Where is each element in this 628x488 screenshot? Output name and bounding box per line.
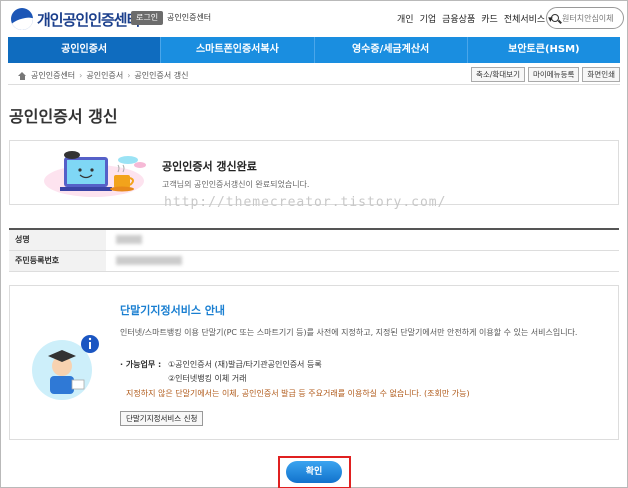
- site-logo[interactable]: 개인공인인증센터: [11, 8, 140, 30]
- breadcrumb-bar: 공인인증센터 › 공인인증서 › 공인인증서 갱신 축소/확대보기 마이메뉴등록…: [8, 65, 620, 85]
- top-menu-financial-products[interactable]: 금융상품: [442, 12, 475, 25]
- table-row: 성명: [9, 229, 619, 251]
- login-button[interactable]: 로그인: [131, 11, 164, 25]
- completion-message: 고객님의 공인인증서갱신이 완료되었습니다.: [162, 180, 310, 189]
- breadcrumb-separator: ›: [79, 71, 83, 80]
- laptop-coffee-illustration: [44, 151, 146, 197]
- service-task-item: ①공인인증서 (재)발급/타기관공인인증서 등록: [168, 360, 322, 369]
- name-label: 성명: [9, 229, 106, 251]
- tab-smartphone-copy[interactable]: 스마트폰인증서복사: [161, 37, 315, 63]
- breadcrumb-separator: ›: [127, 71, 131, 80]
- device-service-apply-button[interactable]: 단말기지정서비스 신청: [120, 411, 204, 426]
- home-icon[interactable]: [18, 71, 27, 80]
- site-name[interactable]: 공인인증센터: [167, 12, 211, 23]
- certificate-info-table: 성명 주민등록번호: [9, 228, 619, 272]
- service-description: 인터넷/스마트뱅킹 이용 단말기(PC 또는 스마트기기 등)를 사전에 지정하…: [120, 328, 578, 337]
- page-title: 공인인증서 갱신: [9, 107, 118, 126]
- service-tasks-label: · 가능업무 :: [120, 360, 162, 369]
- main-nav: 공인인증서 스마트폰인증서복사 영수증/세금계산서 보안토큰(HSM): [8, 37, 620, 63]
- zoom-button[interactable]: 축소/확대보기: [471, 67, 525, 82]
- tab-receipt-tax-invoice[interactable]: 영수증/세금계산서: [315, 37, 468, 63]
- utility-buttons: 축소/확대보기 마이메뉴등록 화면인쇄: [471, 67, 620, 82]
- print-button[interactable]: 화면인쇄: [582, 67, 620, 82]
- search-icon[interactable]: [551, 14, 559, 22]
- logo-icon: [11, 8, 33, 30]
- search-box[interactable]: [546, 7, 624, 29]
- redacted-value: [116, 256, 182, 265]
- breadcrumb-item-center[interactable]: 공인인증센터: [31, 70, 75, 81]
- tab-security-token[interactable]: 보안토큰(HSM): [468, 37, 620, 63]
- confirm-button[interactable]: 확인: [286, 461, 342, 483]
- top-menu-personal[interactable]: 개인: [397, 12, 414, 25]
- breadcrumb-item-renewal: 공인인증서 갱신: [134, 71, 189, 80]
- graduate-illustration: [32, 335, 99, 400]
- breadcrumb-item-certificate[interactable]: 공인인증서: [86, 70, 123, 81]
- service-title: 단말기지정서비스 안내: [120, 304, 226, 317]
- site-header: 개인공인인증센터 로그인 공인인증센터 개인 기업 금융상품 카드 전체서비스 …: [1, 1, 627, 37]
- top-menu-business[interactable]: 기업: [420, 12, 437, 25]
- name-value: [106, 229, 619, 251]
- my-menu-button[interactable]: 마이메뉴등록: [527, 67, 580, 82]
- resident-number-label: 주민등록번호: [9, 250, 106, 272]
- top-menu-card[interactable]: 카드: [481, 12, 498, 25]
- service-task-item: ②인터넷뱅킹 이체 거래: [168, 374, 247, 383]
- search-input[interactable]: [562, 13, 623, 23]
- resident-number-value: [106, 250, 619, 272]
- watermark: http://themecreator.tistory.com/: [164, 195, 447, 210]
- logo-text: 개인공인인증센터: [37, 10, 140, 29]
- top-menu: 개인 기업 금융상품 카드 전체서비스 ▾: [397, 12, 553, 25]
- tab-certificate[interactable]: 공인인증서: [8, 37, 162, 63]
- completion-title: 공인인증서 갱신완료: [162, 160, 257, 173]
- redacted-value: [116, 235, 142, 245]
- table-row: 주민등록번호: [9, 250, 619, 272]
- device-service-box: 단말기지정서비스 안내 인터넷/스마트뱅킹 이용 단말기(PC 또는 스마트기기…: [9, 285, 619, 440]
- breadcrumb: 공인인증센터 › 공인인증서 › 공인인증서 갱신: [18, 70, 188, 81]
- service-warning: 지정하지 않은 단말기에서는 이체, 공인인증서 발급 등 주요거래를 이용하실…: [126, 389, 470, 398]
